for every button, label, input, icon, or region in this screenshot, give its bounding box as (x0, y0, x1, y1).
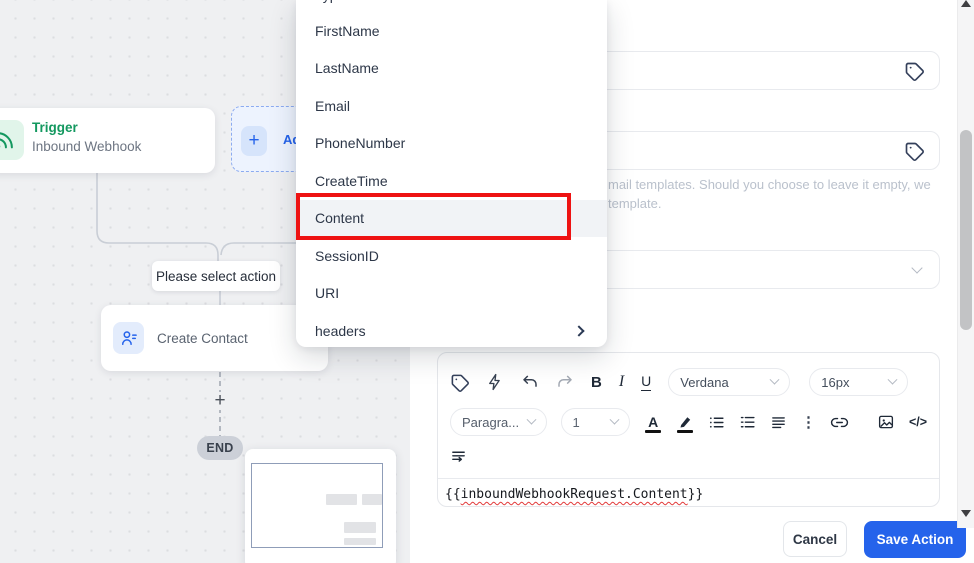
brace-close: }} (687, 487, 704, 502)
dropdown-item-headers-label: headers (315, 322, 366, 339)
chevron-down-icon (911, 262, 923, 274)
hint-text-line2: template. (608, 196, 662, 211)
tag-icon[interactable] (904, 61, 924, 81)
save-action-button[interactable]: Save Action (864, 521, 966, 558)
plus-icon: + (241, 126, 267, 156)
chevron-right-icon (573, 325, 585, 337)
editor-toolbar-row1: B I U Verdana 16px (438, 353, 939, 399)
font-size-select[interactable]: 16px (809, 368, 909, 396)
cancel-button[interactable]: Cancel (783, 521, 847, 557)
text-direction-icon[interactable] (450, 448, 467, 465)
dropdown-item-uri[interactable]: URI (296, 275, 607, 313)
align-justify-icon[interactable] (770, 414, 787, 431)
scroll-up-arrow-icon[interactable] (961, 0, 971, 7)
scroll-down-arrow-icon[interactable] (961, 510, 971, 517)
brace-open: {{ (445, 487, 461, 502)
end-badge: END (197, 436, 243, 460)
minimap-node-placeholder (344, 538, 376, 545)
select-action-label: Please select action (152, 261, 280, 291)
editor-content[interactable]: {{inboundWebhookRequest.Content}} (438, 479, 939, 510)
highlight-swatch (677, 429, 694, 433)
dropdown-item-firstname[interactable]: FirstName (296, 12, 607, 50)
workflow-builder-app: Trigger Inbound Webhook + Add Please sel… (0, 0, 974, 563)
dropdown-item-content[interactable]: Content (296, 199, 607, 237)
minimap[interactable] (245, 449, 396, 563)
bullet-list-icon[interactable] (708, 414, 725, 431)
underline-button[interactable]: U (641, 373, 652, 391)
highlight-color-button[interactable] (676, 411, 694, 433)
scrollbar-thumb[interactable] (960, 130, 972, 330)
color-swatch (645, 429, 662, 433)
italic-button[interactable]: I (619, 373, 624, 391)
lightning-icon[interactable] (486, 373, 504, 391)
rich-text-editor: B I U Verdana 16px Paragra... 1 A ⋮ </> … (437, 352, 940, 507)
webhook-icon (0, 120, 24, 160)
editor-toolbar-row3 (438, 437, 939, 467)
chevron-down-icon (526, 414, 536, 425)
add-step-plus-icon[interactable]: + (209, 391, 231, 410)
tag-icon[interactable] (450, 373, 469, 392)
minimap-node-placeholder (326, 494, 357, 505)
image-icon[interactable] (877, 413, 895, 431)
dropdown-item-phonenumber[interactable]: PhoneNumber (296, 125, 607, 163)
vertical-scrollbar[interactable] (957, 0, 974, 528)
trigger-node-subtitle: Inbound Webhook (32, 139, 142, 154)
chevron-down-icon (609, 414, 620, 425)
font-family-select[interactable]: Verdana (668, 368, 791, 396)
numbered-list-icon[interactable] (739, 414, 756, 431)
create-contact-node[interactable]: Create Contact (101, 305, 328, 371)
hint-text-line1: mail templates. Should you choose to lea… (608, 177, 931, 192)
tag-icon[interactable] (904, 141, 924, 161)
more-options-icon[interactable]: ⋮ (801, 413, 816, 431)
trigger-node[interactable]: Trigger Inbound Webhook (0, 108, 215, 173)
font-size-value: 16px (821, 374, 850, 390)
font-color-button[interactable]: A (644, 411, 662, 433)
dropdown-item-lastname[interactable]: LastName (296, 50, 607, 88)
dropdown-item-sessionid[interactable]: SessionID (296, 237, 607, 275)
list-level-value: 1 (572, 414, 580, 430)
font-color-letter: A (648, 414, 659, 430)
merge-variable: inboundWebhookRequest.Content (460, 487, 688, 502)
minimap-viewport (251, 463, 383, 548)
dropdown-item-headers[interactable]: headers (296, 312, 607, 347)
create-contact-label: Create Contact (157, 330, 248, 346)
paragraph-style-value: Paragra... (462, 414, 520, 430)
chevron-down-icon (769, 374, 780, 385)
minimap-node-placeholder (344, 522, 376, 533)
undo-icon[interactable] (521, 373, 539, 391)
bold-button[interactable]: B (591, 374, 602, 391)
font-family-value: Verdana (680, 374, 729, 390)
dropdown-item-email[interactable]: Email (296, 87, 607, 125)
redo-icon[interactable] (556, 373, 574, 391)
trigger-node-title: Trigger (32, 120, 78, 135)
dropdown-item-clipped[interactable]: Type (315, 0, 345, 3)
editor-toolbar-row2: Paragra... 1 A ⋮ </> (438, 399, 939, 437)
code-view-button[interactable]: </> (909, 415, 927, 429)
link-icon[interactable] (830, 413, 849, 432)
paragraph-style-select[interactable]: Paragra... (450, 408, 547, 436)
variable-dropdown: Type FirstName LastName Email PhoneNumbe… (296, 0, 607, 347)
chevron-down-icon (887, 374, 898, 385)
dropdown-item-createtime[interactable]: CreateTime (296, 162, 607, 200)
contact-icon (113, 322, 144, 354)
list-level-select[interactable]: 1 (560, 408, 631, 436)
minimap-node-placeholder (362, 494, 382, 505)
